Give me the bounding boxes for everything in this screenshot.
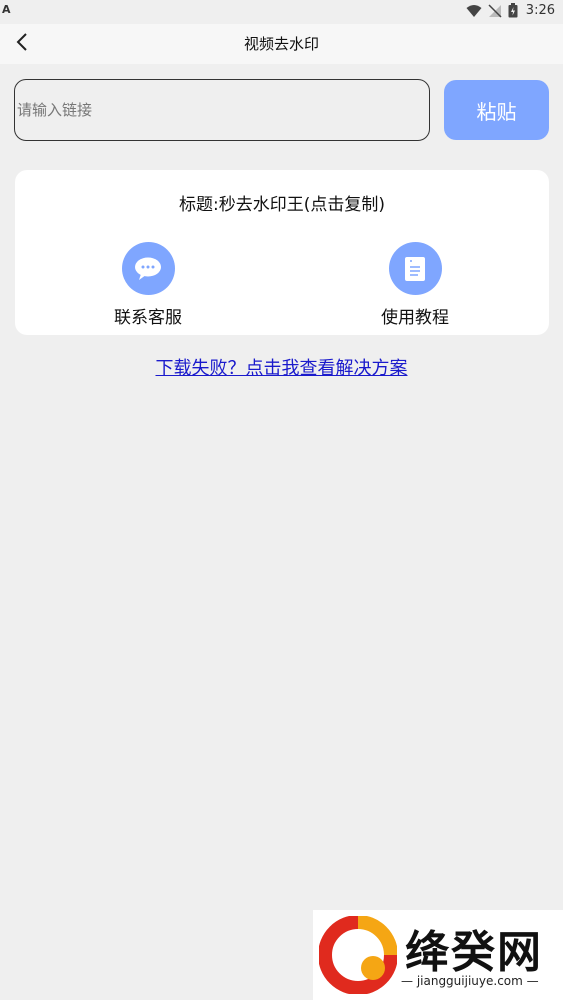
info-card: 标题:秒去水印王(点击复制) 联系客服 使用教程 <box>15 170 549 335</box>
link-input[interactable] <box>15 80 429 140</box>
status-icons: 3:26 <box>466 3 555 18</box>
watermark-site-name: 绛癸网 <box>405 927 543 978</box>
tutorial-label: 使用教程 <box>381 308 449 328</box>
tutorial-button[interactable]: 使用教程 <box>345 242 485 328</box>
copy-title-text[interactable]: 标题:秒去水印王(点击复制) <box>15 190 549 215</box>
site-watermark: 绛癸网 — jiangguijiuye.com — <box>313 910 563 1000</box>
paste-button[interactable]: 粘贴 <box>444 80 549 140</box>
wifi-icon <box>466 4 482 18</box>
battery-icon <box>508 3 518 18</box>
status-bar: A 3:26 <box>0 0 563 24</box>
watermark-logo-icon <box>318 915 398 998</box>
clock: 3:26 <box>525 3 555 18</box>
contact-support-button[interactable]: 联系客服 <box>78 242 218 328</box>
contact-support-label: 联系客服 <box>114 308 182 328</box>
no-signal-icon <box>488 3 502 18</box>
top-nav-bar: 视频去水印 <box>0 24 563 64</box>
link-input-wrapper <box>14 79 430 141</box>
page-title: 视频去水印 <box>243 35 319 53</box>
download-failed-help-link[interactable]: 下载失败？点击我查看解决方案 <box>0 354 563 380</box>
document-icon <box>388 242 442 295</box>
chat-bubble-icon <box>121 242 175 295</box>
watermark-url: — jiangguijiuye.com — <box>401 974 539 988</box>
notification-indicator: A <box>2 3 11 16</box>
